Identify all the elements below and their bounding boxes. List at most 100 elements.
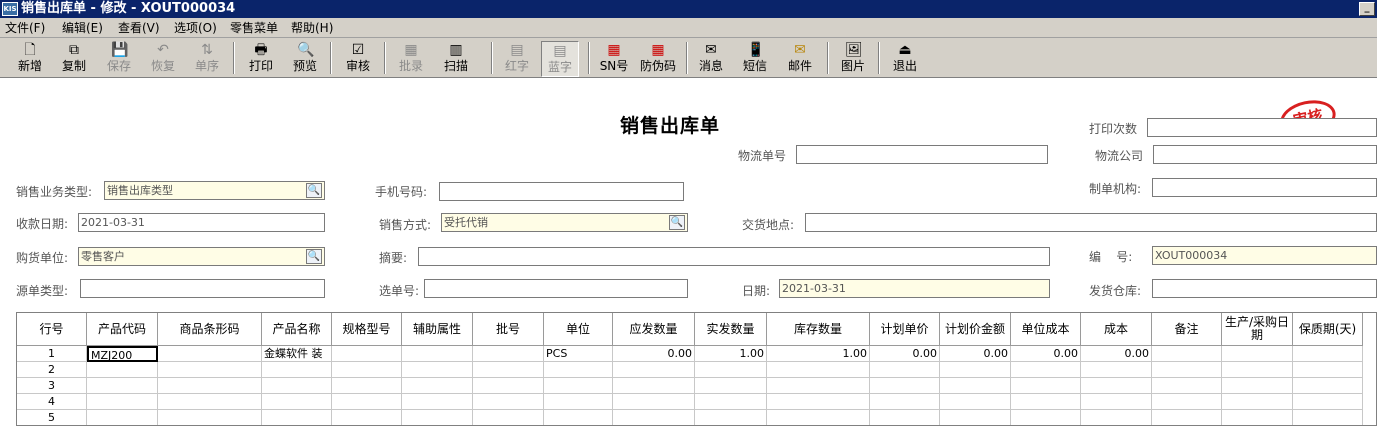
- table-cell-cost[interactable]: [1081, 410, 1152, 425]
- table-cell-barcode[interactable]: [158, 378, 262, 394]
- table-cell-batch-no[interactable]: [473, 394, 544, 410]
- table-cell-due-qty[interactable]: [613, 362, 695, 378]
- table-cell-unit[interactable]: PCS: [544, 346, 613, 362]
- maker-org-field[interactable]: [1152, 178, 1377, 197]
- menu-edit[interactable]: 编辑(E): [62, 20, 103, 36]
- table-cell-cost[interactable]: [1081, 378, 1152, 394]
- table-cell-production-date[interactable]: [1222, 410, 1293, 425]
- table-cell-plan-price[interactable]: [870, 394, 940, 410]
- table-cell-plan-amount[interactable]: 0.00: [940, 346, 1011, 362]
- message-button[interactable]: ✉ 消息: [692, 41, 730, 77]
- print-button[interactable]: 🖶 打印: [242, 41, 280, 77]
- table-cell-batch-no[interactable]: [473, 346, 544, 362]
- lookup-icon[interactable]: 🔍: [306, 249, 322, 264]
- save-button[interactable]: 💾 保存: [100, 41, 138, 77]
- table-cell-plan-price[interactable]: [870, 410, 940, 425]
- table-cell-aux-attr[interactable]: [402, 410, 473, 425]
- table-cell-unit-cost[interactable]: [1011, 410, 1081, 425]
- column-header-cost[interactable]: 成本: [1081, 313, 1152, 346]
- buyer-field[interactable]: 零售客户 🔍: [78, 247, 325, 266]
- table-cell-actual-qty[interactable]: [695, 378, 767, 394]
- table-cell-plan-amount[interactable]: [940, 394, 1011, 410]
- table-cell-product-code[interactable]: [87, 378, 158, 394]
- column-header-actual-qty[interactable]: 实发数量: [695, 313, 767, 346]
- table-cell-shelf-life[interactable]: [1293, 410, 1363, 425]
- table-cell-actual-qty[interactable]: [695, 410, 767, 425]
- scan-button[interactable]: ▥ 扫描: [437, 41, 475, 77]
- table-cell-actual-qty[interactable]: [695, 394, 767, 410]
- column-header-product-name[interactable]: 产品名称: [262, 313, 332, 346]
- lookup-icon[interactable]: 🔍: [669, 215, 685, 230]
- column-header-unit-cost[interactable]: 单位成本: [1011, 313, 1081, 346]
- table-cell-unit[interactable]: [544, 378, 613, 394]
- table-cell-due-qty[interactable]: [613, 378, 695, 394]
- sn-button[interactable]: ▦ SN号: [595, 41, 633, 77]
- table-cell-spec[interactable]: [332, 378, 402, 394]
- table-cell-unit-cost[interactable]: [1011, 378, 1081, 394]
- delivery-place-field[interactable]: [805, 213, 1377, 232]
- logistics-no-field[interactable]: [796, 145, 1048, 164]
- column-header-product-code[interactable]: 产品代码: [87, 313, 158, 346]
- preview-button[interactable]: 🔍 预览: [286, 41, 324, 77]
- table-cell-plan-amount[interactable]: [940, 410, 1011, 425]
- source-type-field[interactable]: [80, 279, 325, 298]
- table-cell-actual-qty[interactable]: 1.00: [695, 346, 767, 362]
- mobile-field[interactable]: [439, 182, 684, 201]
- menu-retail[interactable]: 零售菜单: [230, 20, 278, 36]
- table-cell-product-name[interactable]: [262, 394, 332, 410]
- menu-options[interactable]: 选项(O): [174, 20, 217, 36]
- table-cell-batch-no[interactable]: [473, 378, 544, 394]
- mail-button[interactable]: ✉ 邮件: [781, 41, 819, 77]
- table-cell-batch-no[interactable]: [473, 362, 544, 378]
- new-button[interactable]: 🗋 新增: [11, 41, 49, 77]
- table-cell-spec[interactable]: [332, 346, 402, 362]
- table-cell-product-code[interactable]: [87, 410, 158, 425]
- table-cell-barcode[interactable]: [158, 394, 262, 410]
- table-cell-aux-attr[interactable]: [402, 362, 473, 378]
- table-cell-stock-qty[interactable]: [767, 394, 870, 410]
- table-cell-stock-qty[interactable]: [767, 410, 870, 425]
- table-cell-shelf-life[interactable]: [1293, 346, 1363, 362]
- table-cell-unit[interactable]: [544, 362, 613, 378]
- table-cell-cost[interactable]: [1081, 394, 1152, 410]
- lookup-icon[interactable]: 🔍: [306, 183, 322, 198]
- table-cell-spec[interactable]: [332, 410, 402, 425]
- select-no-field[interactable]: [424, 279, 688, 298]
- audit-button[interactable]: ☑ 审核: [339, 41, 377, 77]
- copy-button[interactable]: ⧉ 复制: [55, 41, 93, 77]
- warehouse-field[interactable]: [1152, 279, 1377, 298]
- menu-view[interactable]: 查看(V): [118, 20, 160, 36]
- column-header-plan-price[interactable]: 计划单价: [870, 313, 940, 346]
- table-cell-unit[interactable]: [544, 410, 613, 425]
- table-cell-remark[interactable]: [1152, 346, 1222, 362]
- column-header-barcode[interactable]: 商品条形码: [158, 313, 262, 346]
- table-cell-barcode[interactable]: [158, 410, 262, 425]
- table-cell-due-qty[interactable]: [613, 410, 695, 425]
- table-cell-aux-attr[interactable]: [402, 378, 473, 394]
- anti-counterfeit-button[interactable]: ▦ 防伪码: [639, 41, 677, 77]
- date-field[interactable]: 2021-03-31: [779, 279, 1050, 298]
- table-cell-remark[interactable]: [1152, 394, 1222, 410]
- column-header-spec[interactable]: 规格型号: [332, 313, 402, 346]
- picture-button[interactable]: 🖼 图片: [834, 41, 872, 77]
- table-cell-unit-cost[interactable]: 0.00: [1011, 346, 1081, 362]
- sms-button[interactable]: 📱 短信: [736, 41, 774, 77]
- table-cell-cost[interactable]: [1081, 362, 1152, 378]
- table-cell-due-qty[interactable]: 0.00: [613, 346, 695, 362]
- exit-button[interactable]: ⏏ 退出: [886, 41, 924, 77]
- column-header-batch-no[interactable]: 批号: [473, 313, 544, 346]
- print-count-field[interactable]: [1147, 118, 1377, 137]
- table-cell-product-code[interactable]: [87, 362, 158, 378]
- table-cell-plan-price[interactable]: 0.00: [870, 346, 940, 362]
- table-cell-barcode[interactable]: [158, 362, 262, 378]
- menu-help[interactable]: 帮助(H): [291, 20, 333, 36]
- table-cell-product-name[interactable]: [262, 362, 332, 378]
- column-header-remark[interactable]: 备注: [1152, 313, 1222, 346]
- table-cell-shelf-life[interactable]: [1293, 378, 1363, 394]
- table-cell-stock-qty[interactable]: 1.00: [767, 346, 870, 362]
- table-cell-production-date[interactable]: [1222, 346, 1293, 362]
- restore-button[interactable]: ↶ 恢复: [144, 41, 182, 77]
- column-header-stock-qty[interactable]: 库存数量: [767, 313, 870, 346]
- table-cell-product-code[interactable]: [87, 394, 158, 410]
- column-header-due-qty[interactable]: 应发数量: [613, 313, 695, 346]
